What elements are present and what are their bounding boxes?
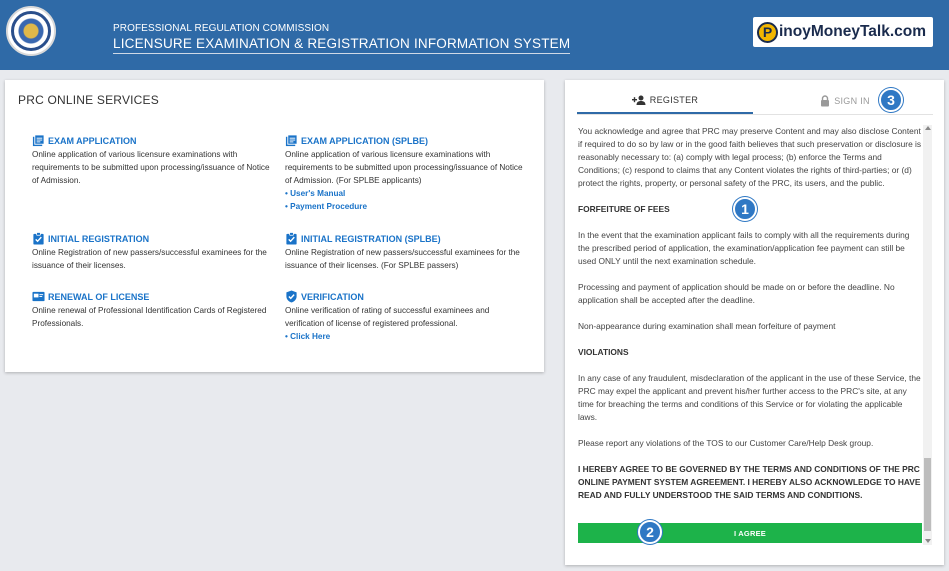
scrollbar-thumb[interactable] (924, 458, 931, 531)
payment-procedure-link[interactable]: • Payment Procedure (285, 200, 525, 213)
verification-link[interactable]: VERIFICATION (301, 292, 364, 302)
brand-initial: P (757, 21, 778, 43)
initial-registration-splbe-link[interactable]: INITIAL REGISTRATION (SPLBE) (301, 234, 441, 244)
service-description: Online Registration of new passers/succe… (285, 248, 520, 270)
marker-3: 3 (879, 88, 903, 112)
tos-paragraph: Non-appearance during examination shall … (578, 321, 836, 331)
tos-paragraph: You acknowledge and agree that PRC may p… (578, 126, 922, 188)
scroll-down-icon[interactable] (925, 539, 931, 543)
prc-seal-logo (6, 6, 56, 56)
service-description: Online application of various licensure … (285, 150, 523, 185)
tab-sign-in[interactable]: SIGN IN (757, 88, 933, 114)
tos-paragraph: In the event that the examination applic… (578, 230, 910, 266)
tos-agreement-statement: I HEREBY AGREE TO BE GOVERNED BY THE TER… (578, 464, 921, 500)
top-header: PROFESSIONAL REGULATION COMMISSION LICEN… (0, 0, 949, 70)
agency-name: PROFESSIONAL REGULATION COMMISSION (113, 23, 330, 34)
lock-icon (820, 95, 830, 107)
add-user-icon (631, 95, 646, 105)
service-description: Online renewal of Professional Identific… (32, 306, 267, 328)
service-initial-registration: INITIAL REGISTRATION Online Registration… (32, 232, 272, 272)
service-exam-application-splbe: EXAM APPLICATION (SPLBE) Online applicat… (285, 134, 525, 213)
exam-application-splbe-link[interactable]: EXAM APPLICATION (SPLBE) (301, 136, 428, 146)
click-here-link[interactable]: • Click Here (285, 330, 525, 343)
service-initial-registration-splbe: INITIAL REGISTRATION (SPLBE) Online Regi… (285, 232, 525, 272)
online-services-card: PRC ONLINE SERVICES EXAM APPLICATION Onl… (5, 80, 544, 372)
tos-scrollbar[interactable] (923, 125, 932, 545)
marker-2: 2 (638, 520, 662, 544)
tos-paragraph: Processing and payment of application sh… (578, 282, 895, 305)
i-agree-button[interactable]: I AGREE (578, 523, 922, 543)
services-title: PRC ONLINE SERVICES (18, 93, 159, 107)
service-renewal-of-license: RENEWAL OF LICENSE Online renewal of Pro… (32, 290, 272, 330)
header-title: PROFESSIONAL REGULATION COMMISSION LICEN… (113, 23, 571, 54)
tos-paragraph: In any case of any fraudulent, misdeclar… (578, 373, 921, 422)
auth-card: REGISTER SIGN IN You acknowledge and agr… (565, 80, 944, 565)
tos-paragraph: Please report any violations of the TOS … (578, 438, 874, 448)
renewal-of-license-link[interactable]: RENEWAL OF LICENSE (48, 292, 149, 302)
clipboard-check-icon (33, 232, 44, 245)
service-description: Online verification of rating of success… (285, 306, 490, 328)
initial-registration-link[interactable]: INITIAL REGISTRATION (48, 234, 149, 244)
scroll-up-icon[interactable] (925, 126, 931, 130)
terms-of-service-text[interactable]: You acknowledge and agree that PRC may p… (578, 125, 922, 545)
id-card-icon (32, 291, 45, 302)
service-exam-application: EXAM APPLICATION Online application of v… (32, 134, 272, 187)
system-name: LICENSURE EXAMINATION & REGISTRATION INF… (113, 36, 571, 54)
users-manual-link[interactable]: • User's Manual (285, 187, 525, 200)
tab-register-label: REGISTER (649, 95, 699, 105)
brand-text: inoyMoneyTalk.com (779, 23, 926, 40)
marker-1: 1 (733, 197, 757, 221)
exam-application-link[interactable]: EXAM APPLICATION (48, 136, 137, 146)
list-icon (285, 134, 298, 147)
tab-register[interactable]: REGISTER (577, 88, 753, 114)
shield-check-icon (286, 290, 297, 303)
tabs-divider (577, 114, 933, 115)
service-verification: VERIFICATION Online verification of rati… (285, 290, 525, 343)
clipboard-check-icon (286, 232, 297, 245)
tos-heading-violations: VIOLATIONS (578, 347, 629, 357)
list-icon (32, 134, 45, 147)
service-description: Online application of various licensure … (32, 150, 270, 185)
pinoymoneytalk-logo: P inoyMoneyTalk.com (753, 17, 933, 47)
service-description: Online Registration of new passers/succe… (32, 248, 267, 270)
tab-sign-in-label: SIGN IN (834, 96, 870, 106)
